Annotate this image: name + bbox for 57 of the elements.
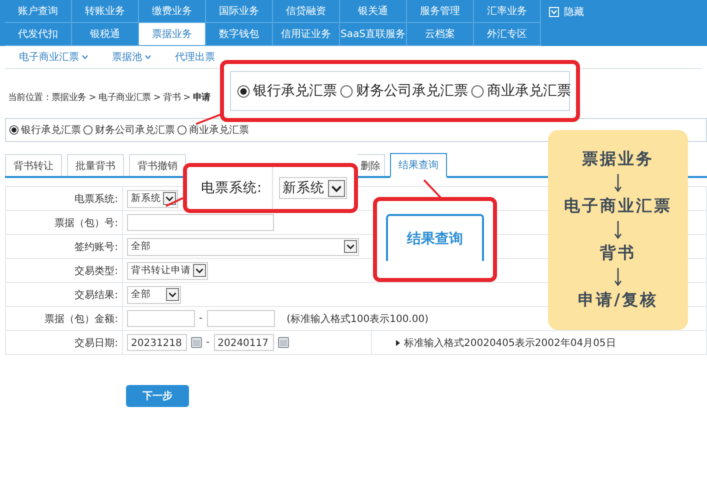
menu-tab[interactable]: 账户查询 (5, 0, 72, 23)
menu-tab[interactable]: 转账业务 (72, 0, 139, 23)
field-label: 电票系统: (6, 186, 122, 210)
menu-tab[interactable]: 票据业务 (139, 23, 206, 46)
field-label: 交易结果: (6, 282, 122, 306)
field-label: 交易类型: (6, 258, 122, 282)
flow-step: 申请/复核 (578, 290, 658, 311)
dropdown[interactable]: 全部 (127, 286, 181, 304)
breadcrumb: 当前位置：票据业务 > 电子商业汇票 > 背书 > 申请 (7, 91, 212, 105)
format-hint: (标准输入格式100表示100.00) (286, 312, 428, 326)
format-hint: 标准输入格式20020405表示2002年04月05日 (404, 336, 616, 350)
flow-step: 电子商业汇票 (564, 196, 672, 217)
bill-type-radio[interactable]: 银行承兑汇票 (9, 123, 81, 137)
menu-tab[interactable]: 服务管理 (407, 0, 474, 23)
tab[interactable]: 结果查询 (390, 153, 447, 178)
field-label: 电票系统: (187, 167, 273, 209)
tab[interactable]: 删除 (357, 154, 385, 176)
menu-tab[interactable]: 银税通 (72, 23, 139, 46)
tab[interactable]: 背书撤销 (129, 154, 186, 176)
date-field[interactable]: 20240117 (214, 334, 274, 351)
hide-toggle[interactable]: 隐藏 (541, 0, 584, 23)
dropdown[interactable]: 全部 (127, 238, 359, 256)
dropdown[interactable]: 新系统 (278, 177, 347, 199)
bill-type-radio[interactable]: 财务公司承兑汇票 (340, 82, 468, 100)
menu-tab[interactable]: 汇率业务 (474, 0, 541, 23)
menu-tab[interactable]: 信贷融资 (273, 0, 340, 23)
bill-type-radio[interactable]: 银行承兑汇票 (237, 82, 337, 100)
date-field[interactable]: 20231218 (127, 334, 187, 351)
tab[interactable]: 结果查询 (386, 214, 484, 261)
tab[interactable]: 背书转让 (5, 154, 62, 176)
menu-tab[interactable]: 代发代扣 (5, 23, 72, 46)
menu-tab[interactable]: 信用证业务 (273, 23, 340, 46)
menu-tab[interactable]: 外汇专区 (474, 23, 541, 46)
field-label: 票据（包）号: (6, 210, 122, 234)
dropdown[interactable]: 背书转让申请 (127, 262, 208, 280)
dropdown[interactable]: 新系统 (127, 190, 178, 208)
bill-type-radio[interactable]: 商业承兑汇票 (471, 82, 571, 100)
range-dash: - (206, 337, 210, 348)
menu-tab[interactable]: SaaS直联服务 (340, 23, 407, 46)
bill-type-radio[interactable]: 财务公司承兑汇票 (83, 123, 175, 137)
submenu-item[interactable]: 代理出票 (175, 50, 215, 64)
menu-tab[interactable]: 云档案 (407, 23, 474, 46)
bill-type-radio[interactable]: 商业承兑汇票 (177, 123, 249, 137)
field-label: 票据（包）金额: (6, 306, 122, 330)
field-label: 签约账号: (6, 234, 122, 258)
submenu-item[interactable]: 电子商业汇票 (19, 50, 88, 64)
field-label: 交易日期: (6, 330, 122, 354)
menu-tab[interactable]: 数字钱包 (206, 23, 273, 46)
menu-tab[interactable]: 缴费业务 (139, 0, 206, 23)
flow-step: 票据业务 (582, 149, 654, 170)
submenu-item[interactable]: 票据池 (112, 50, 151, 64)
next-button[interactable]: 下一步 (126, 385, 189, 407)
menu-tab[interactable]: 银关通 (340, 0, 407, 23)
tab[interactable]: 批量背书 (67, 154, 124, 176)
range-dash: - (199, 313, 203, 324)
menu-tab[interactable]: 国际业务 (206, 0, 273, 23)
flow-step: 背书 (600, 243, 636, 264)
